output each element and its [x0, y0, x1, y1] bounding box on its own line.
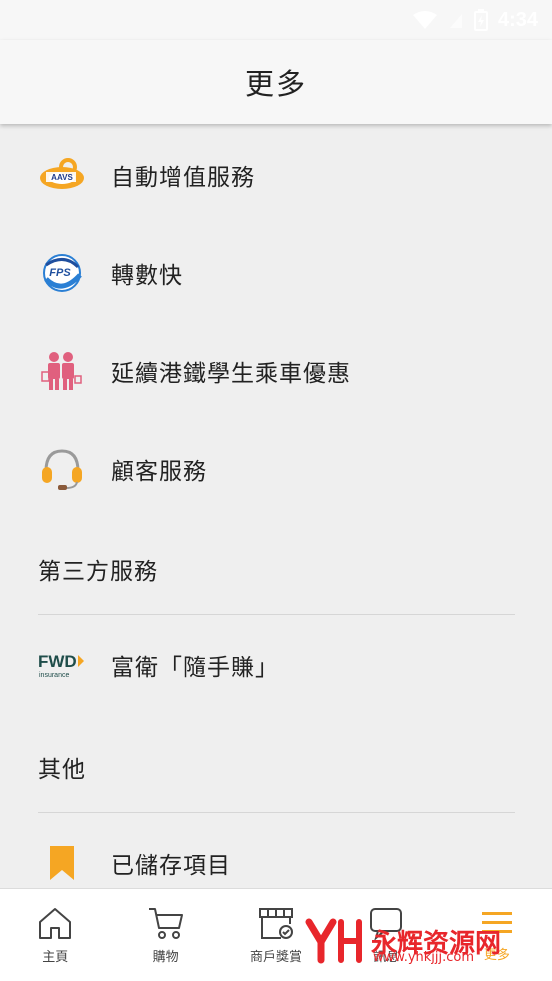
- app-bar: 更多: [0, 40, 552, 124]
- nav-shopping[interactable]: 購物: [110, 889, 220, 981]
- menu-item-fwd[interactable]: FWD insurance 富衛「隨手賺」: [0, 616, 552, 714]
- menu-item-saved[interactable]: 已儲存項目: [0, 814, 552, 888]
- menu-item-label: 延續港鐵學生乘車優惠: [111, 361, 351, 387]
- menu-item-label: 轉數快: [111, 263, 183, 289]
- home-icon: [39, 907, 72, 939]
- signal-icon: [449, 14, 462, 28]
- menu-item-label: 富衛「隨手賺」: [111, 655, 279, 681]
- svg-text:insurance: insurance: [39, 672, 69, 679]
- status-bar: 4:34: [0, 0, 552, 40]
- students-icon: [38, 347, 86, 395]
- menu-item-label: 顧客服務: [111, 459, 207, 485]
- nav-label: 訊息: [373, 949, 400, 965]
- fps-icon: FPS: [38, 249, 86, 297]
- nav-label: 主頁: [42, 949, 69, 965]
- section-divider: [38, 614, 515, 615]
- more-menu-list: AAVS 自動增值服務 FPS 轉數快 延續港鐵學生乘車優惠 顧客服務 第三方服…: [0, 124, 552, 888]
- section-divider: [38, 812, 515, 813]
- menu-item-label: 已儲存項目: [111, 853, 231, 879]
- headset-icon: [38, 445, 86, 493]
- wifi-icon: [412, 11, 437, 29]
- aavs-icon: AAVS: [38, 151, 86, 199]
- page-title: 更多: [244, 67, 307, 101]
- bookmark-icon: [38, 839, 86, 887]
- nav-label: 更多: [483, 947, 510, 963]
- svg-text:AAVS: AAVS: [51, 173, 73, 182]
- section-title-others: 其他: [38, 757, 86, 783]
- nav-messages[interactable]: 訊息: [331, 889, 441, 981]
- nav-more[interactable]: 更多: [442, 889, 552, 981]
- nav-home[interactable]: 主頁: [0, 889, 110, 981]
- nav-merchant-rewards[interactable]: 商戶獎賞: [221, 889, 331, 981]
- svg-text:FPS: FPS: [49, 267, 71, 279]
- menu-item-fps[interactable]: FPS 轉數快: [0, 224, 552, 322]
- menu-item-customer-service[interactable]: 顧客服務: [0, 420, 552, 518]
- nav-label: 商戶獎賞: [250, 949, 303, 965]
- store-icon: [259, 907, 294, 939]
- svg-text:FWD: FWD: [38, 652, 77, 671]
- fwd-insurance-icon: FWD insurance: [38, 641, 86, 689]
- status-time: 4:34: [497, 8, 538, 31]
- nav-label: 購物: [152, 949, 179, 965]
- menu-item-aavs[interactable]: AAVS 自動增值服務: [0, 126, 552, 224]
- section-title-third-party: 第三方服務: [38, 559, 158, 585]
- message-icon: [370, 907, 403, 940]
- battery-icon: [473, 9, 488, 31]
- menu-icon: [481, 911, 512, 933]
- menu-item-label: 自動增值服務: [111, 165, 255, 191]
- bottom-navigation: 主頁 購物 商戶獎賞 訊息 更多: [0, 888, 552, 981]
- cart-icon: [148, 907, 183, 939]
- menu-item-mtr-student[interactable]: 延續港鐵學生乘車優惠: [0, 322, 552, 420]
